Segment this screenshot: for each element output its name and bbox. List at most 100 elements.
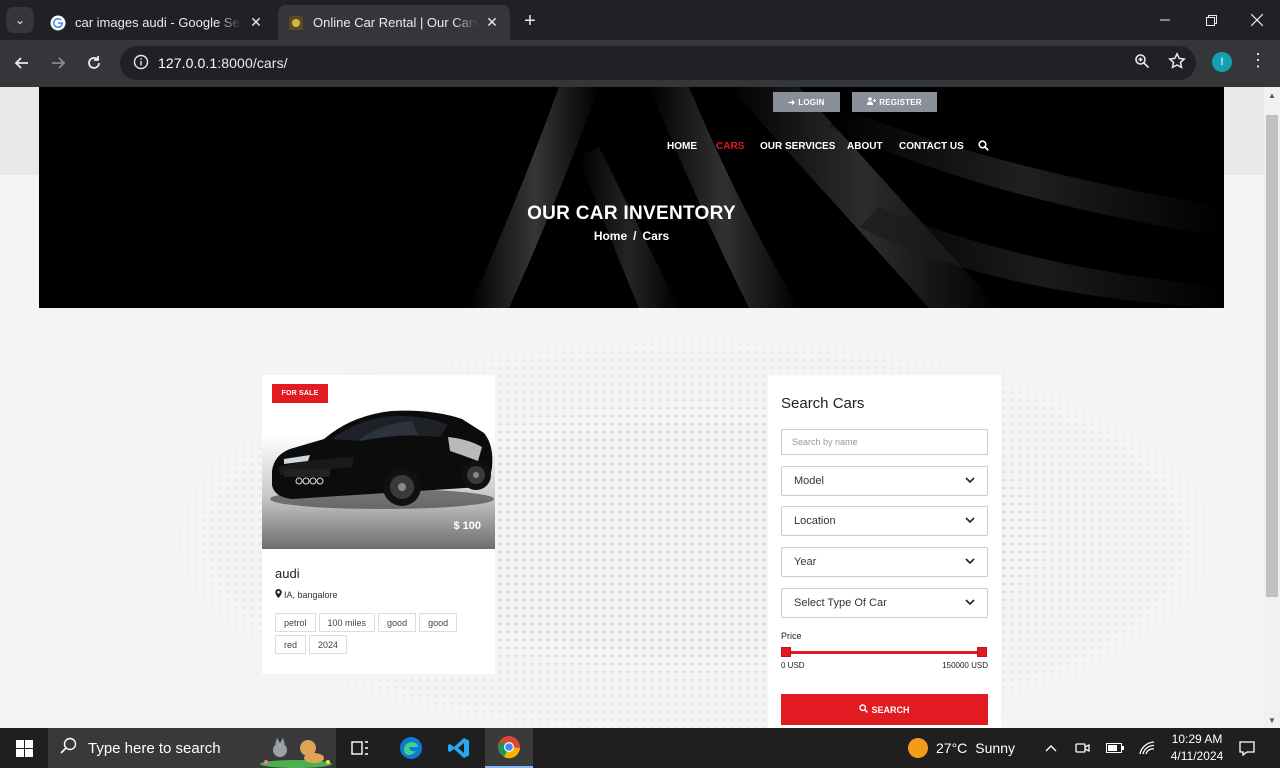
price-max-handle[interactable] bbox=[977, 647, 987, 657]
breadcrumb: Home / Cars bbox=[39, 229, 1224, 243]
page-scrollbar-thumb[interactable] bbox=[1266, 115, 1278, 597]
spec-tag-mileage: 100 miles bbox=[318, 613, 376, 632]
close-window-button[interactable] bbox=[1234, 0, 1280, 40]
car-card[interactable]: FOR SALE $ 100 audi IA, bangalore petrol… bbox=[262, 375, 495, 674]
tab-title: car images audi - Google Search bbox=[75, 15, 242, 30]
close-icon[interactable]: ✕ bbox=[484, 14, 500, 31]
page-title: OUR CAR INVENTORY bbox=[527, 203, 736, 224]
car-image[interactable]: FOR SALE $ 100 bbox=[262, 375, 495, 549]
taskbar-search-box[interactable]: Type here to search bbox=[48, 728, 336, 768]
tab-title: Online Car Rental | Our Cars Inventory bbox=[313, 15, 478, 30]
system-clock[interactable]: 10:29 AM 4/11/2024 bbox=[1162, 731, 1232, 765]
windows-taskbar: Type here to search 27°C Sunny 10:29 AM … bbox=[0, 728, 1280, 768]
hero-background-graphic bbox=[469, 87, 1224, 308]
search-by-name-input[interactable] bbox=[781, 429, 988, 455]
start-button[interactable] bbox=[0, 728, 48, 768]
year-select-value: Year bbox=[794, 556, 817, 568]
new-tab-button[interactable]: + bbox=[518, 9, 542, 33]
price-range-track[interactable] bbox=[784, 651, 982, 654]
hero-banner: ➜ LOGIN REGISTER HOME CARS OUR SERVICES … bbox=[39, 87, 1224, 308]
notifications-icon[interactable] bbox=[1234, 728, 1260, 768]
forward-button[interactable] bbox=[44, 49, 72, 77]
price-label: Price bbox=[781, 631, 802, 641]
chevron-down-icon bbox=[965, 476, 975, 487]
spec-tag-condition-2: good bbox=[419, 613, 458, 632]
login-button[interactable]: ➜ LOGIN bbox=[773, 92, 840, 112]
address-bar[interactable]: 127.0.0.1:8000/cars/ bbox=[120, 46, 1196, 80]
edge-browser-icon[interactable] bbox=[387, 728, 435, 768]
for-sale-badge: FOR SALE bbox=[272, 384, 328, 403]
wifi-icon[interactable] bbox=[1132, 728, 1162, 768]
site-info-icon[interactable] bbox=[124, 54, 158, 73]
login-label: LOGIN bbox=[798, 97, 825, 107]
spec-tag-color: red bbox=[275, 635, 307, 654]
close-icon[interactable]: ✕ bbox=[248, 14, 264, 31]
breadcrumb-home[interactable]: Home bbox=[594, 229, 627, 243]
site-favicon-icon bbox=[288, 15, 304, 31]
model-select-value: Model bbox=[794, 475, 824, 487]
search-panel-title: Search Cars bbox=[781, 395, 865, 412]
bookmark-star-icon[interactable] bbox=[1168, 51, 1186, 75]
car-type-select[interactable]: Select Type Of Car bbox=[781, 588, 988, 618]
more-options-icon[interactable]: ⋮ bbox=[1248, 50, 1268, 71]
location-select[interactable]: Location bbox=[781, 506, 988, 536]
price-min-value: 0 USD bbox=[781, 661, 805, 670]
browser-toolbar: 127.0.0.1:8000/cars/ I ⋮ bbox=[0, 40, 1280, 87]
page-viewport: ➜ LOGIN REGISTER HOME CARS OUR SERVICES … bbox=[0, 87, 1280, 728]
car-price: $ 100 bbox=[453, 520, 481, 532]
chrome-icon[interactable] bbox=[485, 728, 533, 768]
tab-google-search[interactable]: car images audi - Google Search ✕ bbox=[40, 5, 274, 40]
model-select[interactable]: Model bbox=[781, 466, 988, 496]
restore-button[interactable] bbox=[1188, 0, 1234, 40]
nav-home[interactable]: HOME bbox=[667, 141, 697, 152]
price-min-handle[interactable] bbox=[781, 647, 791, 657]
nav-about[interactable]: ABOUT bbox=[847, 141, 883, 152]
reload-button[interactable] bbox=[80, 49, 108, 77]
breadcrumb-current: Cars bbox=[642, 229, 670, 243]
car-name[interactable]: audi bbox=[275, 566, 300, 581]
meet-now-icon[interactable] bbox=[1068, 728, 1098, 768]
register-label: REGISTER bbox=[879, 97, 922, 107]
chevron-down-icon bbox=[965, 557, 975, 568]
price-max-value: 150000 USD bbox=[942, 661, 988, 670]
scroll-down-arrow[interactable]: ▼ bbox=[1264, 712, 1280, 728]
car-location-text: IA, bangalore bbox=[284, 589, 338, 600]
spec-tag-fuel: petrol bbox=[275, 613, 316, 632]
search-highlight-illustration bbox=[258, 732, 334, 768]
url-text: 127.0.0.1:8000/cars/ bbox=[158, 55, 288, 71]
search-button-label: SEARCH bbox=[871, 704, 910, 715]
minimize-button[interactable] bbox=[1142, 0, 1188, 40]
vscode-icon[interactable] bbox=[435, 728, 483, 768]
sun-icon bbox=[908, 738, 928, 758]
scroll-up-arrow[interactable]: ▲ bbox=[1264, 87, 1280, 103]
show-hidden-icons-chevron-up-icon[interactable] bbox=[1036, 728, 1066, 768]
spec-tag-condition: good bbox=[378, 613, 417, 632]
weather-temp: 27°C bbox=[936, 740, 968, 756]
nav-contact-us[interactable]: CONTACT US bbox=[899, 141, 964, 152]
search-icon[interactable] bbox=[978, 140, 989, 154]
weather-condition: Sunny bbox=[975, 740, 1015, 756]
main-nav: HOME CARS OUR SERVICES ABOUT CONTACT US bbox=[39, 140, 1224, 155]
taskbar-search-placeholder: Type here to search bbox=[88, 739, 221, 757]
google-icon bbox=[50, 15, 66, 31]
battery-icon[interactable] bbox=[1100, 728, 1130, 768]
chevron-down-icon bbox=[965, 516, 975, 527]
back-button[interactable] bbox=[8, 49, 36, 77]
weather-widget[interactable]: 27°C Sunny bbox=[908, 728, 1015, 768]
nav-our-services[interactable]: OUR SERVICES bbox=[760, 141, 835, 152]
profile-avatar[interactable]: I bbox=[1212, 52, 1232, 72]
year-select[interactable]: Year bbox=[781, 547, 988, 577]
tab-car-rental[interactable]: Online Car Rental | Our Cars Inventory ✕ bbox=[278, 5, 510, 40]
register-button[interactable]: REGISTER bbox=[852, 92, 937, 112]
search-button[interactable]: SEARCH bbox=[781, 694, 988, 725]
clock-time: 10:29 AM bbox=[1171, 732, 1223, 746]
task-view-icon[interactable] bbox=[336, 728, 384, 768]
windows-logo-icon bbox=[15, 739, 33, 757]
clock-date: 4/11/2024 bbox=[1170, 749, 1224, 763]
zoom-icon[interactable] bbox=[1134, 53, 1150, 74]
search-icon bbox=[859, 704, 869, 715]
tab-search-button[interactable]: ⌄ bbox=[6, 7, 34, 33]
nav-cars[interactable]: CARS bbox=[716, 141, 744, 152]
world-map-background bbox=[0, 308, 1264, 728]
browser-tab-bar: ⌄ car images audi - Google Search ✕ Onli… bbox=[0, 0, 1280, 40]
